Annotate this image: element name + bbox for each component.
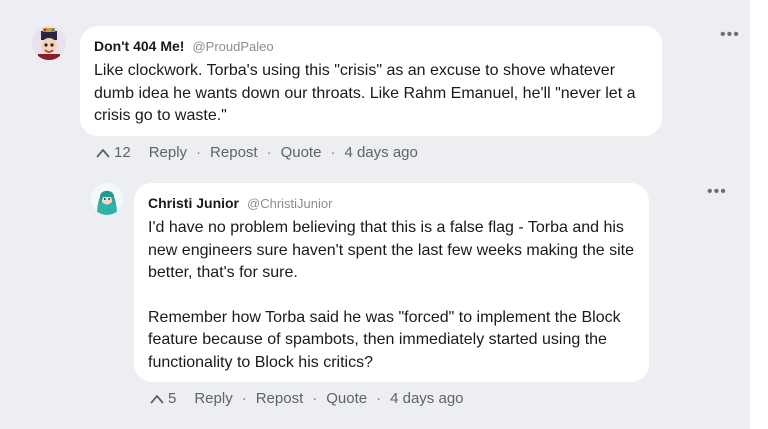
more-options-button[interactable]: ••• — [720, 27, 740, 43]
avatar[interactable] — [91, 183, 123, 215]
scroll-gutter — [750, 0, 768, 429]
separator: · — [376, 390, 382, 407]
like-count: 12 — [114, 144, 131, 161]
quote-button[interactable]: Quote — [281, 144, 322, 161]
author-name[interactable]: Don't 404 Me! — [94, 38, 184, 54]
like-button[interactable]: 5 — [150, 390, 176, 407]
author-handle[interactable]: @ChristiJunior — [247, 196, 332, 211]
reply-button[interactable]: Reply — [194, 390, 232, 407]
author-handle[interactable]: @ProudPaleo — [192, 39, 273, 54]
author-name[interactable]: Christi Junior — [148, 195, 239, 211]
comment-bubble: Don't 404 Me! @ProudPaleo Like clockwork… — [80, 26, 662, 136]
comment-thread: Don't 404 Me! @ProudPaleo Like clockwork… — [0, 0, 768, 429]
comment-header: Don't 404 Me! @ProudPaleo — [94, 38, 648, 54]
repost-button[interactable]: Repost — [256, 390, 304, 407]
more-options-button[interactable]: ••• — [707, 184, 727, 200]
comment-body: Like clockwork. Torba's using this "cris… — [94, 60, 648, 128]
separator: · — [330, 144, 336, 161]
comment-bubble: Christi Junior @ChristiJunior I'd have n… — [134, 183, 649, 382]
avatar-image — [91, 183, 123, 215]
repost-button[interactable]: Repost — [210, 144, 258, 161]
chevron-up-icon — [150, 394, 164, 403]
comment-text-paragraph-1: I'd have no problem believing that this … — [148, 219, 634, 281]
comment-text-paragraph-2: Remember how Torba said he was "forced" … — [148, 308, 621, 371]
comment-body: I'd have no problem believing that this … — [148, 217, 635, 374]
avatar[interactable] — [32, 26, 66, 60]
comment-actions: 5 Reply · Repost · Quote · 4 days ago — [150, 390, 464, 407]
separator: · — [241, 390, 247, 407]
reply-button[interactable]: Reply — [149, 144, 187, 161]
comment-header: Christi Junior @ChristiJunior — [148, 195, 635, 211]
chevron-up-icon — [96, 148, 110, 157]
comment-actions: 12 Reply · Repost · Quote · 4 days ago — [96, 144, 418, 161]
separator: · — [196, 144, 202, 161]
like-button[interactable]: 12 — [96, 144, 131, 161]
separator: · — [312, 390, 318, 407]
like-count: 5 — [168, 390, 177, 407]
timestamp[interactable]: 4 days ago — [344, 144, 417, 161]
separator: · — [266, 144, 272, 161]
quote-button[interactable]: Quote — [326, 390, 367, 407]
timestamp[interactable]: 4 days ago — [390, 390, 463, 407]
comment-text: Like clockwork. Torba's using this "cris… — [94, 62, 636, 124]
avatar-image — [32, 26, 66, 60]
